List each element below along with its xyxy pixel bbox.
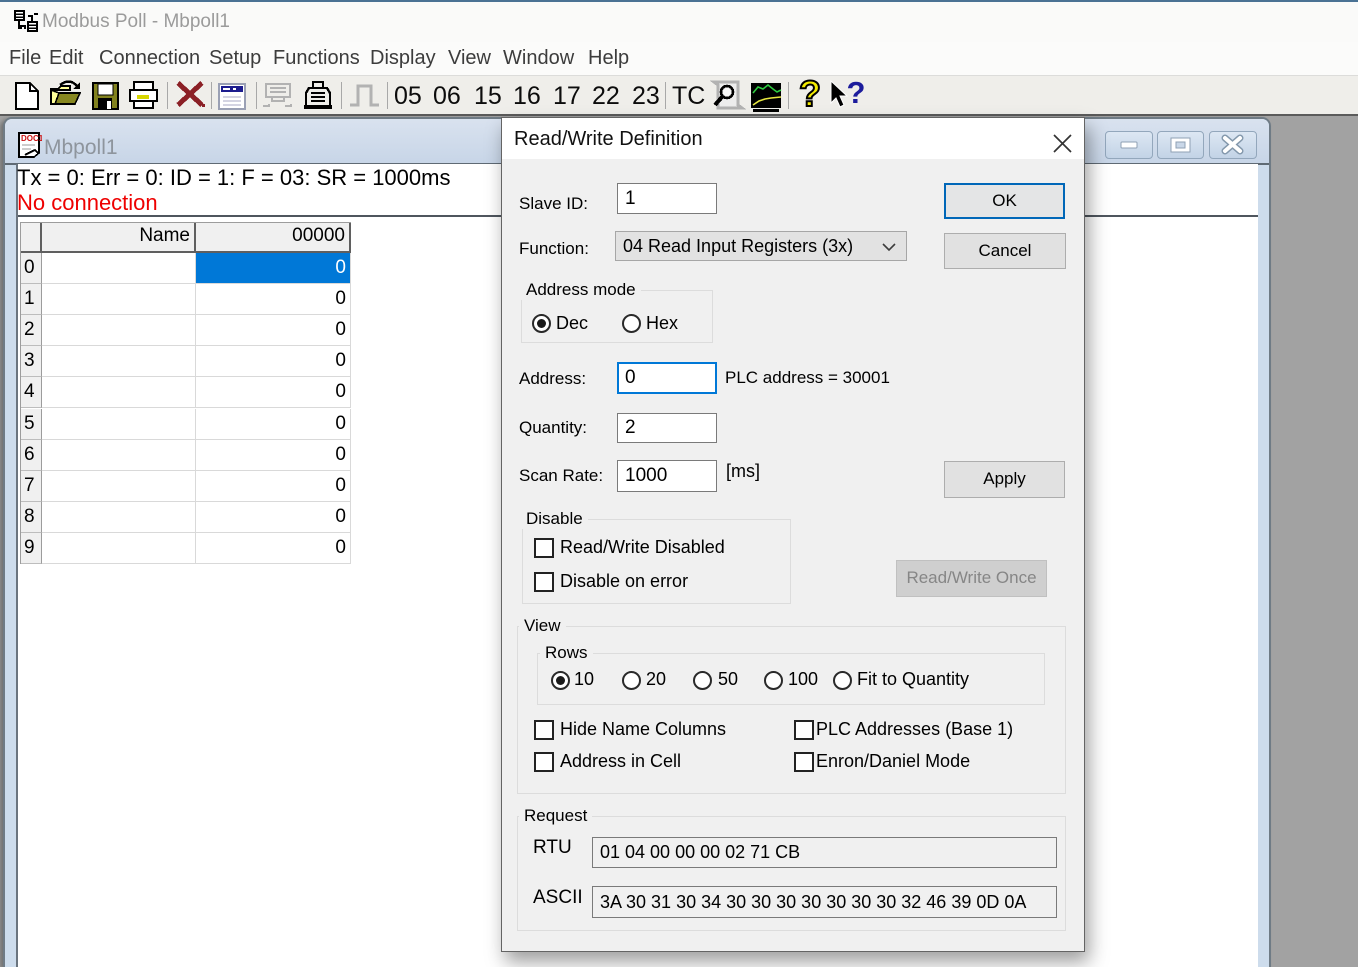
svg-text:?: ?	[799, 76, 821, 114]
svg-text:?: ?	[847, 76, 866, 110]
svg-text:DOC1: DOC1	[21, 134, 42, 143]
